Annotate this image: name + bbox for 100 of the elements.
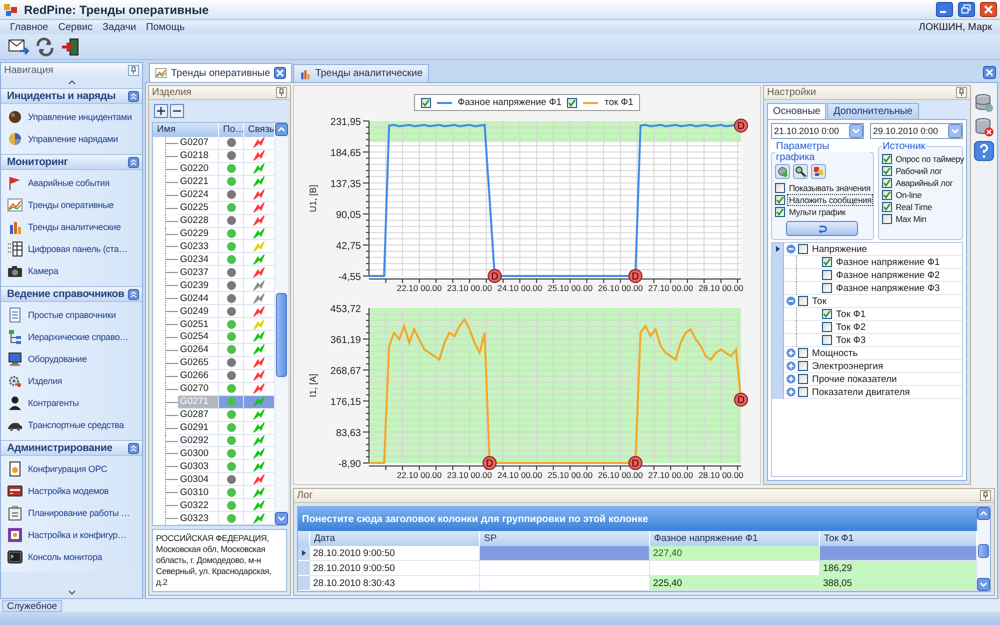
nav-item[interactable]: Настройка модемов xyxy=(1,480,142,502)
nav-item[interactable]: Оборудование xyxy=(1,348,142,370)
column-header[interactable]: Имя xyxy=(153,123,219,137)
tree-item[interactable]: Ток xyxy=(810,296,827,306)
device-name[interactable]: G0237 xyxy=(178,266,219,280)
nav-item[interactable]: Тренды аналитические xyxy=(1,216,142,238)
nav-item[interactable]: Консоль монитора xyxy=(1,546,142,568)
nav-item[interactable]: Тренды оперативные xyxy=(1,194,142,216)
checkbox[interactable] xyxy=(420,98,431,108)
tree-item[interactable]: Прочие показатели xyxy=(810,374,897,384)
device-name[interactable]: G0233 xyxy=(178,240,219,254)
menu-item[interactable]: Задачи xyxy=(102,22,136,32)
device-name[interactable]: G0300 xyxy=(178,447,219,460)
menu-item[interactable]: Сервис xyxy=(58,22,92,32)
checkbox[interactable] xyxy=(822,309,832,319)
nav-item[interactable]: Контрагенты xyxy=(1,392,142,414)
menu-item[interactable]: Помощь xyxy=(146,22,185,32)
menu-item[interactable]: Главное xyxy=(10,22,48,32)
checkbox[interactable] xyxy=(882,214,892,224)
nav-item[interactable]: Конфигурация OPC xyxy=(1,458,142,480)
tab[interactable]: Основные xyxy=(767,103,826,119)
tree-item[interactable]: Показатели двигателя xyxy=(810,386,910,398)
collapse-icon[interactable] xyxy=(128,156,139,168)
checkbox[interactable] xyxy=(775,194,785,204)
scroll-up-button[interactable] xyxy=(275,123,288,136)
database-delete-icon[interactable] xyxy=(974,117,994,137)
restore-button[interactable] xyxy=(958,2,975,17)
device-name[interactable]: G0291 xyxy=(178,422,219,434)
checkbox[interactable] xyxy=(567,98,578,108)
tree-item[interactable]: Ток Ф2 xyxy=(834,322,866,332)
tree-item[interactable]: Мощность xyxy=(810,348,858,358)
collapse-icon[interactable] xyxy=(128,442,139,454)
pin-icon[interactable] xyxy=(980,490,991,501)
nav-item[interactable]: Аварийные события xyxy=(1,172,142,194)
column-header[interactable]: По… xyxy=(219,123,244,137)
checkbox[interactable] xyxy=(798,296,808,306)
device-name[interactable]: G0220 xyxy=(178,162,219,176)
nav-item[interactable]: Иерархические справо… xyxy=(1,326,142,348)
nav-item[interactable]: Камера xyxy=(1,260,142,282)
scroll-down-button[interactable] xyxy=(275,512,288,525)
collapse-all-button[interactable] xyxy=(170,104,184,118)
scrollbar-thumb[interactable] xyxy=(276,293,288,378)
checkbox[interactable] xyxy=(798,387,808,397)
nav-item[interactable]: Цифровая панель (ста… xyxy=(1,238,142,260)
tab[interactable]: Дополнительные xyxy=(827,103,919,119)
checkbox[interactable] xyxy=(775,182,785,192)
envelope-icon[interactable] xyxy=(8,36,30,56)
checkbox[interactable] xyxy=(822,270,832,280)
database-icon[interactable] xyxy=(974,93,994,113)
collapse-icon[interactable] xyxy=(128,288,139,300)
device-name[interactable]: G0251 xyxy=(178,318,219,331)
device-name[interactable]: G0239 xyxy=(178,279,219,292)
device-name[interactable]: G0218 xyxy=(178,150,219,163)
checkbox[interactable] xyxy=(882,202,892,212)
checkbox[interactable] xyxy=(822,283,832,293)
tree-item[interactable]: Напряжение xyxy=(810,244,868,254)
palette-button[interactable] xyxy=(811,164,826,179)
event-marker[interactable]: D xyxy=(628,269,642,283)
device-name[interactable]: G0292 xyxy=(178,434,219,448)
tree-item[interactable]: Фазное напряжение Ф3 xyxy=(834,282,940,294)
checkbox[interactable] xyxy=(882,178,892,188)
device-name[interactable]: G0254 xyxy=(178,331,219,344)
scroll-down-button[interactable] xyxy=(977,578,990,591)
minimize-button[interactable] xyxy=(936,2,953,17)
device-name[interactable]: G0207 xyxy=(178,136,219,150)
device-name[interactable]: G0228 xyxy=(178,214,219,228)
tree-item[interactable]: Фазное напряжение Ф1 xyxy=(834,256,940,268)
date-field[interactable]: 29.10.2010 0:00 xyxy=(870,123,963,139)
checkbox[interactable] xyxy=(882,166,892,176)
nav-item[interactable]: Планирование работы … xyxy=(1,502,142,524)
device-name[interactable]: G0310 xyxy=(178,486,219,500)
scroll-up-button[interactable] xyxy=(977,507,990,520)
device-name[interactable]: G0221 xyxy=(178,176,219,189)
checkbox[interactable] xyxy=(882,154,892,164)
date-field[interactable]: 21.10.2010 0:00 xyxy=(771,123,864,139)
close-button[interactable] xyxy=(980,2,997,17)
close-icon[interactable] xyxy=(274,67,286,79)
device-name[interactable]: G0287 xyxy=(178,408,219,422)
device-name[interactable]: G0229 xyxy=(178,228,219,240)
zoom-button[interactable] xyxy=(793,164,808,179)
nav-item[interactable]: Простые справочники xyxy=(1,304,142,326)
checkbox[interactable] xyxy=(798,374,808,384)
help-icon[interactable] xyxy=(974,141,994,161)
event-marker[interactable]: D xyxy=(488,269,502,283)
tree-item[interactable]: Ток Ф3 xyxy=(834,334,866,346)
device-name[interactable]: G0266 xyxy=(178,370,219,383)
tree-item[interactable]: Ток Ф1 xyxy=(834,308,866,320)
nav-item[interactable]: Управление инцидентами xyxy=(1,106,142,128)
device-name[interactable]: G0224 xyxy=(178,188,219,202)
tab[interactable]: Служебное xyxy=(2,600,62,612)
checkbox[interactable] xyxy=(798,348,808,358)
checkbox[interactable] xyxy=(822,335,832,345)
close-icon[interactable] xyxy=(983,66,996,78)
tree-item[interactable]: Электроэнергия xyxy=(810,360,884,372)
nav-item[interactable]: Управление нарядами xyxy=(1,128,142,150)
nav-item[interactable]: Изделия xyxy=(1,370,142,392)
event-marker[interactable]: D xyxy=(628,456,642,470)
device-name[interactable]: G0244 xyxy=(178,292,219,306)
device-name[interactable]: G0323 xyxy=(178,512,219,526)
device-name[interactable]: G0322 xyxy=(178,499,219,512)
